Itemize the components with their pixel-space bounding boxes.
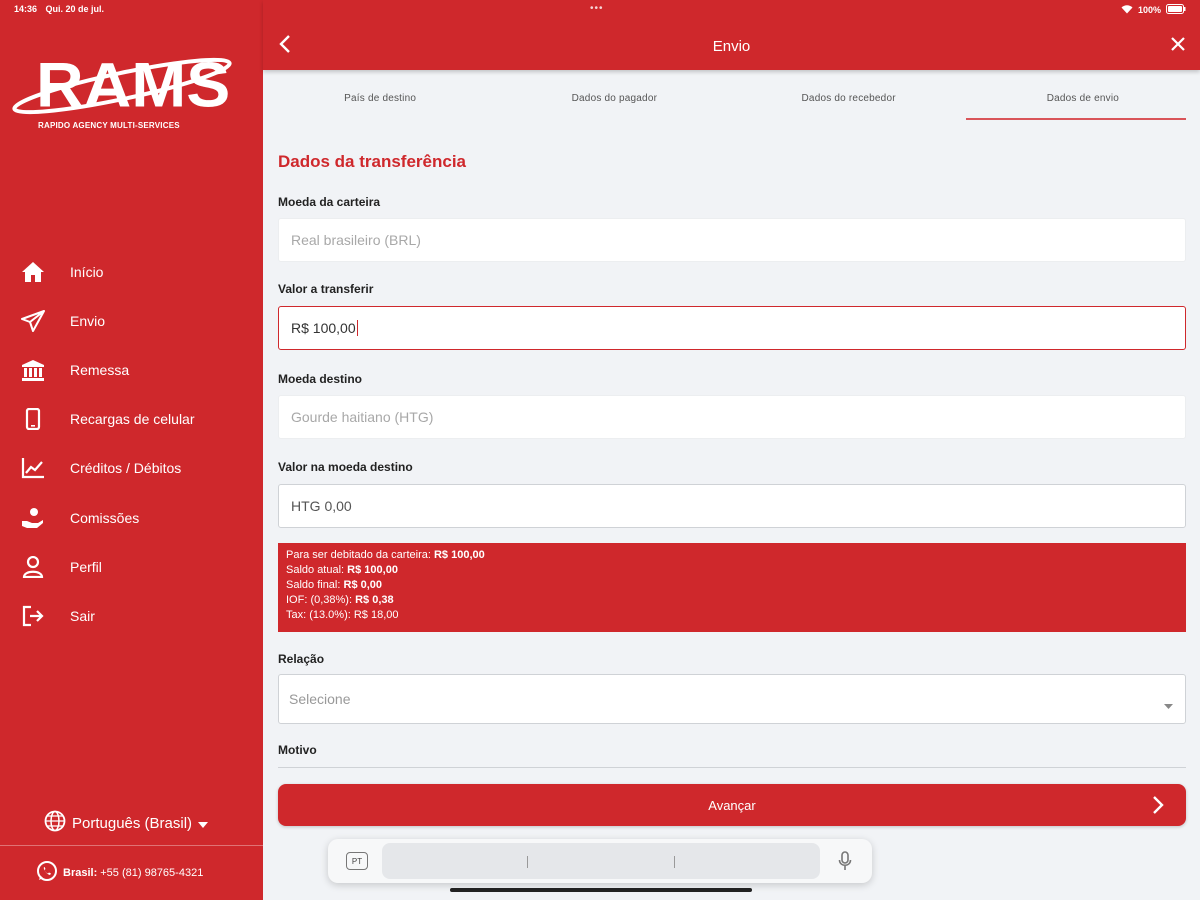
contact-info[interactable]: Brasil: +55 (81) 98765-4321 [36, 860, 203, 885]
summary-balance: Saldo atual: R$ 100,00 [286, 564, 398, 576]
hand-coin-icon [20, 505, 46, 531]
amount-value: R$ 100,00 [291, 320, 356, 336]
top-header: ••• 100% Envio [263, 0, 1200, 70]
rams-logo: RAMS RAPIDO AGENCY MULTI-SERVICES [10, 40, 235, 135]
summary-tax: Tax: (13.0%): R$ 18,00 [286, 609, 399, 621]
wifi-icon [1121, 4, 1133, 16]
multitask-dots[interactable]: ••• [590, 3, 604, 14]
wallet-currency-field: Real brasileiro (BRL) [278, 218, 1186, 262]
battery-icon [1166, 4, 1186, 16]
section-title: Dados da transferência [278, 152, 467, 171]
language-label: Português (Brasil) [72, 814, 193, 832]
close-icon [1171, 36, 1185, 56]
chevron-right-icon [1152, 795, 1164, 818]
sidebar-item-label: Sair [70, 607, 95, 624]
language-selector[interactable]: Português (Brasil) [44, 810, 209, 836]
sidebar-item-label: Créditos / Débitos [70, 460, 182, 477]
globe-icon [44, 810, 66, 836]
relation-label: Relação [278, 652, 325, 666]
keyboard-language-button[interactable]: PT [346, 852, 368, 870]
text-caret [356, 320, 358, 336]
keyboard-suggestions[interactable] [382, 843, 820, 879]
wallet-currency-value: Real brasileiro (BRL) [291, 232, 421, 248]
sidebar-item-perfil[interactable]: Perfil [0, 542, 263, 591]
status-time-date: 14:36 Qui. 20 de jul. [14, 4, 104, 14]
tab-dados-recebedor[interactable]: Dados do recebedor [732, 70, 966, 122]
sidebar-divider [0, 845, 263, 846]
whatsapp-icon [36, 860, 58, 885]
suggestion-divider [674, 856, 675, 868]
sidebar-item-inicio[interactable]: Início [0, 247, 263, 296]
dest-amount-label: Valor na moeda destino [278, 460, 413, 474]
relation-select[interactable]: Selecione [278, 674, 1186, 724]
user-icon [20, 554, 46, 580]
tab-dados-pagador[interactable]: Dados do pagador [497, 70, 731, 122]
keyboard-shortcut-bar: PT [328, 839, 872, 883]
reason-input[interactable] [278, 767, 1186, 768]
wallet-currency-label: Moeda da carteira [278, 195, 381, 209]
summary-iof: IOF: (0,38%): R$ 0,38 [286, 594, 394, 606]
reason-label: Motivo [278, 743, 317, 757]
status-date: Qui. 20 de jul. [45, 4, 105, 14]
chart-icon [20, 455, 46, 481]
step-tabs: País de destino Dados do pagador Dados d… [263, 70, 1200, 122]
logout-icon [20, 603, 46, 629]
summary-final: Saldo final: R$ 0,00 [286, 579, 383, 591]
dest-currency-field: Gourde haitiano (HTG) [278, 395, 1186, 439]
suggestion-divider [527, 856, 528, 868]
sidebar-item-remessa[interactable]: Remessa [0, 345, 263, 394]
status-indicators: 100% [1121, 4, 1186, 16]
send-icon [20, 308, 46, 334]
home-icon [20, 259, 46, 285]
sidebar-item-label: Comissões [70, 509, 140, 526]
sidebar-item-label: Perfil [70, 558, 102, 575]
sidebar-item-sair[interactable]: Sair [0, 591, 263, 640]
logo-graphic: RAMS [12, 50, 232, 120]
sidebar-item-label: Remessa [70, 361, 130, 378]
dest-currency-label: Moeda destino [278, 372, 363, 386]
caret-down-icon [198, 815, 209, 832]
summary-debit: Para ser debitado da carteira: R$ 100,00 [286, 549, 485, 561]
dest-amount-value: HTG 0,00 [291, 498, 352, 514]
close-button[interactable] [1168, 36, 1188, 56]
dest-currency-value: Gourde haitiano (HTG) [291, 409, 434, 425]
microphone-icon[interactable] [838, 851, 852, 876]
tab-pais-destino[interactable]: País de destino [263, 70, 497, 122]
amount-label: Valor a transferir [278, 282, 374, 296]
sidebar-item-recargas[interactable]: Recargas de celular [0, 395, 263, 444]
logo-tagline: RAPIDO AGENCY MULTI-SERVICES [38, 121, 180, 130]
sidebar-nav: Início Envio Remessa Recargas de celular… [0, 247, 263, 641]
relation-placeholder: Selecione [289, 691, 351, 707]
home-indicator[interactable] [450, 888, 752, 892]
phone-icon [20, 406, 46, 432]
sidebar-item-comissoes[interactable]: Comissões [0, 493, 263, 542]
amount-input[interactable]: R$ 100,00 [278, 306, 1186, 350]
sidebar-item-envio[interactable]: Envio [0, 296, 263, 345]
contact-number: +55 (81) 98765-4321 [100, 866, 204, 879]
page-title: Envio [712, 38, 751, 55]
sidebar-item-label: Recargas de celular [70, 411, 195, 428]
battery-percent: 100% [1137, 5, 1161, 15]
dest-amount-input[interactable]: HTG 0,00 [278, 484, 1186, 528]
contact-label: Brasil: [63, 866, 98, 879]
advance-button[interactable]: Avançar [278, 784, 1186, 826]
sidebar-item-creditos-debitos[interactable]: Créditos / Débitos [0, 444, 263, 493]
sidebar: 14:36 Qui. 20 de jul. RAMS RAPIDO AGENCY… [0, 0, 263, 900]
caret-down-icon [1164, 696, 1173, 712]
sidebar-item-label: Envio [70, 312, 106, 329]
sidebar-item-label: Início [70, 263, 104, 280]
tab-dados-envio[interactable]: Dados de envio [965, 70, 1200, 122]
bank-icon [20, 357, 46, 383]
transfer-summary: Para ser debitado da carteira: R$ 100,00… [278, 543, 1186, 632]
advance-label: Avançar [708, 797, 756, 813]
status-time: 14:36 [14, 4, 38, 14]
